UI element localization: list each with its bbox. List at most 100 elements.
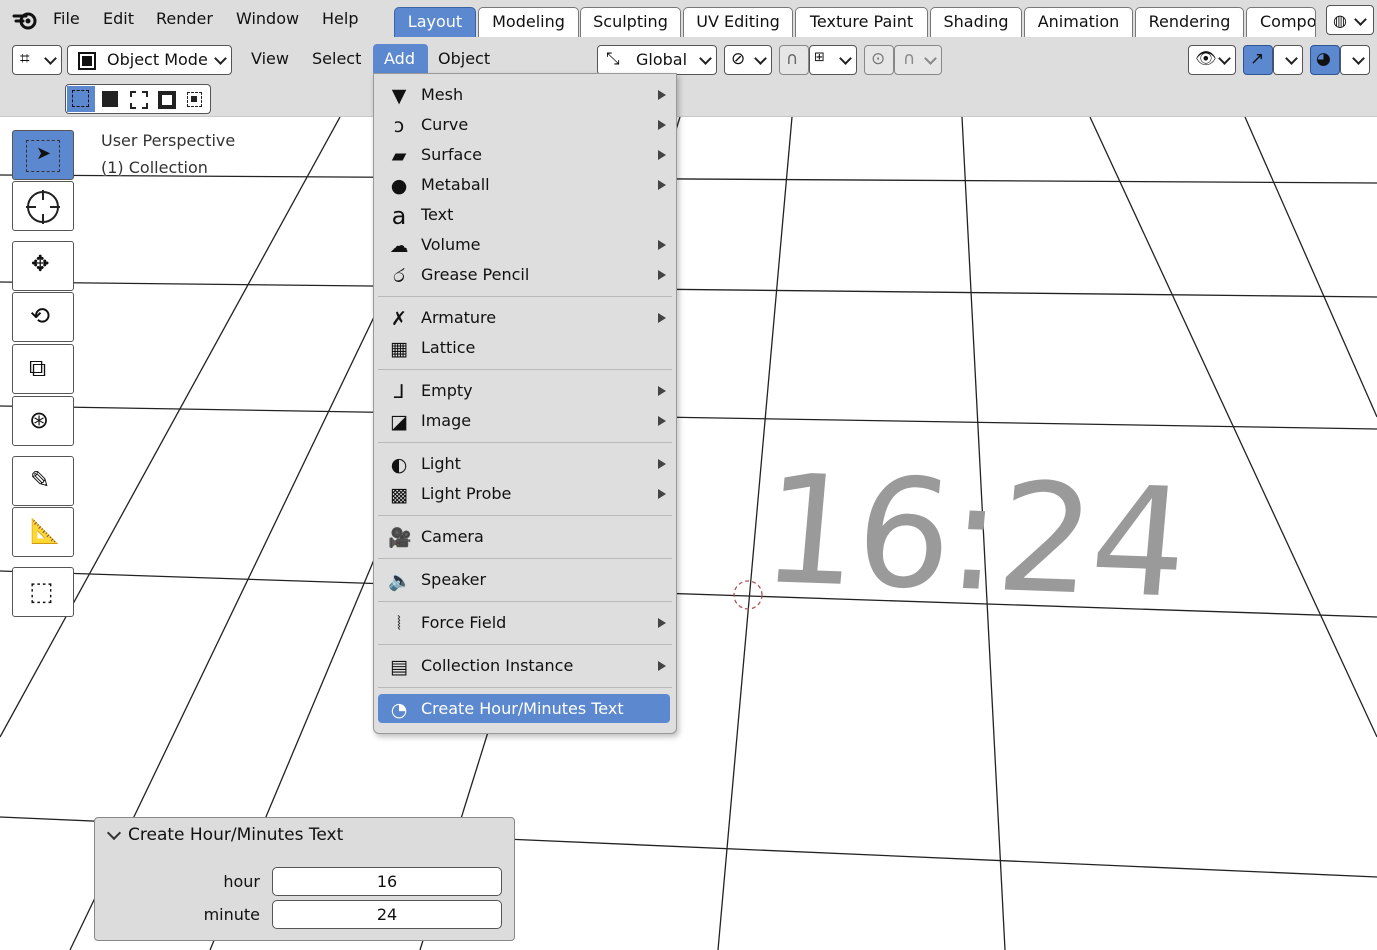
menu-label: Empty (421, 381, 473, 400)
submenu-arrow-icon (658, 386, 666, 396)
menu-label: Camera (421, 527, 484, 546)
pivot-point-dropdown[interactable]: ⊘ (724, 45, 772, 75)
menu-label: Lattice (421, 338, 476, 357)
measure-tool[interactable]: 📐 (12, 507, 74, 557)
menu-item-surface[interactable]: ▰ Surface (374, 140, 676, 170)
hour-field[interactable]: 16 (272, 867, 502, 896)
menu-item-light-probe[interactable]: ▩ Light Probe (374, 479, 676, 509)
select-extend-icon (102, 91, 118, 107)
select-box-tool[interactable]: ➤ (12, 130, 74, 180)
transform-orientation-dropdown[interactable]: ⤡ Global (597, 45, 717, 75)
object-menu[interactable]: Object (438, 49, 490, 68)
selection-mode-group (65, 84, 211, 114)
file-menu[interactable]: File (53, 9, 80, 28)
gizmo-toggle[interactable]: ↗ (1243, 45, 1273, 75)
select-invert-button[interactable] (153, 86, 181, 112)
gizmo-dropdown[interactable] (1273, 45, 1303, 75)
rotate-tool[interactable]: ⟲ (12, 292, 74, 342)
tab-layout[interactable]: Layout (394, 7, 476, 37)
tab-animation[interactable]: Animation (1024, 7, 1133, 37)
annotate-tool[interactable]: ✎ (12, 456, 74, 506)
scene-selector-button[interactable]: ◍ (1326, 5, 1374, 35)
edit-menu[interactable]: Edit (103, 9, 134, 28)
clock-icon: ◔ (390, 699, 408, 721)
submenu-arrow-icon (658, 150, 666, 160)
falloff-dropdown[interactable]: ∩ (894, 45, 942, 75)
snap-target-dropdown[interactable]: ⊞ (809, 45, 857, 75)
scale-tool[interactable]: ⧉ (12, 344, 74, 394)
select-intersect-button[interactable] (181, 86, 209, 112)
camera-icon: 🎥 (388, 527, 412, 549)
menu-item-volume[interactable]: ☁ Volume (374, 230, 676, 260)
visibility-dropdown[interactable]: 👁 (1188, 45, 1236, 75)
ruler-icon: 📐 (30, 517, 60, 545)
menu-item-force-field[interactable]: ⦚ Force Field (374, 608, 676, 638)
proportional-edit-toggle[interactable]: ⊙ (864, 45, 894, 75)
select-subtract-button[interactable] (125, 86, 153, 112)
submenu-arrow-icon (658, 489, 666, 499)
menu-label: Curve (421, 115, 469, 134)
move-tool[interactable]: ✥ (12, 241, 74, 291)
crosshair-icon (26, 190, 60, 224)
submenu-arrow-icon (658, 120, 666, 130)
menu-item-curve[interactable]: ↄ Curve (374, 110, 676, 140)
clock-text-object[interactable]: 16:24 (756, 443, 1192, 632)
menu-item-empty[interactable]: ⅃ Empty (374, 376, 676, 406)
render-menu[interactable]: Render (156, 9, 213, 28)
tab-texture-paint[interactable]: Texture Paint (795, 7, 928, 37)
overlays-toggle[interactable]: ◕ (1310, 45, 1340, 75)
help-menu[interactable]: Help (322, 9, 358, 28)
mesh-icon: ▼ (391, 85, 407, 107)
menu-label: Light (421, 454, 461, 473)
menu-label: Create Hour/Minutes Text (421, 699, 624, 718)
tab-sculpting[interactable]: Sculpting (580, 7, 681, 37)
select-extend-button[interactable] (97, 86, 125, 112)
tab-uv-editing[interactable]: UV Editing (683, 7, 793, 37)
editor-type-button[interactable]: ⌗ (12, 45, 62, 75)
submenu-arrow-icon (658, 90, 666, 100)
tab-compositing[interactable]: Compo (1246, 7, 1316, 37)
submenu-arrow-icon (658, 416, 666, 426)
menu-item-image[interactable]: ◪ Image (374, 406, 676, 436)
collapse-chevron-icon[interactable] (106, 825, 122, 841)
minute-field[interactable]: 24 (272, 900, 502, 929)
overlays-dropdown[interactable] (1340, 45, 1370, 75)
window-menu[interactable]: Window (236, 9, 299, 28)
menu-item-lattice[interactable]: ▦ Lattice (374, 333, 676, 363)
menu-item-metaball[interactable]: ● Metaball (374, 170, 676, 200)
menu-item-mesh[interactable]: ▼ Mesh (374, 80, 676, 110)
menu-item-create-hour-minutes-text[interactable]: ◔ Create Hour/Minutes Text (378, 694, 670, 723)
menu-item-speaker[interactable]: 🔈 Speaker (374, 565, 676, 595)
scene-icon: ◍ (1333, 11, 1347, 30)
submenu-arrow-icon (658, 459, 666, 469)
blender-logo-icon[interactable] (12, 8, 40, 32)
tab-modeling[interactable]: Modeling (478, 7, 579, 37)
tab-rendering[interactable]: Rendering (1135, 7, 1244, 37)
menu-item-light[interactable]: ◐ Light (374, 449, 676, 479)
collection-instance-icon: ▤ (390, 656, 408, 678)
menu-item-grease-pencil[interactable]: ර Grease Pencil (374, 260, 676, 290)
select-menu[interactable]: Select (312, 49, 361, 68)
menu-item-armature[interactable]: ✗ Armature (374, 303, 676, 333)
menu-separator (378, 369, 672, 370)
add-cube-icon: ⬚ (29, 577, 54, 607)
add-menu-button[interactable]: Add (373, 44, 428, 74)
menu-label: Armature (421, 308, 497, 327)
menu-separator (378, 558, 672, 559)
snap-increment-icon: ⊞ (814, 50, 825, 65)
cursor-tool[interactable] (12, 181, 74, 231)
scale-icon: ⧉ (29, 354, 47, 382)
menu-item-camera[interactable]: 🎥 Camera (374, 522, 676, 552)
move-arrows-icon: ✥ (31, 252, 50, 277)
menu-item-collection-instance[interactable]: ▤ Collection Instance (374, 651, 676, 681)
empty-icon: ⅃ (393, 381, 405, 403)
mode-dropdown[interactable]: Object Mode (67, 45, 232, 75)
add-cube-tool[interactable]: ⬚ (12, 567, 74, 617)
select-new-button[interactable] (67, 86, 95, 112)
view-menu[interactable]: View (251, 49, 289, 68)
snap-toggle[interactable]: ∩ (779, 45, 809, 75)
transform-tool[interactable]: ⊛ (12, 396, 74, 446)
tab-shading[interactable]: Shading (930, 7, 1022, 37)
menu-item-text[interactable]: a Text (374, 200, 676, 230)
redo-panel-title[interactable]: Create Hour/Minutes Text (128, 825, 343, 845)
